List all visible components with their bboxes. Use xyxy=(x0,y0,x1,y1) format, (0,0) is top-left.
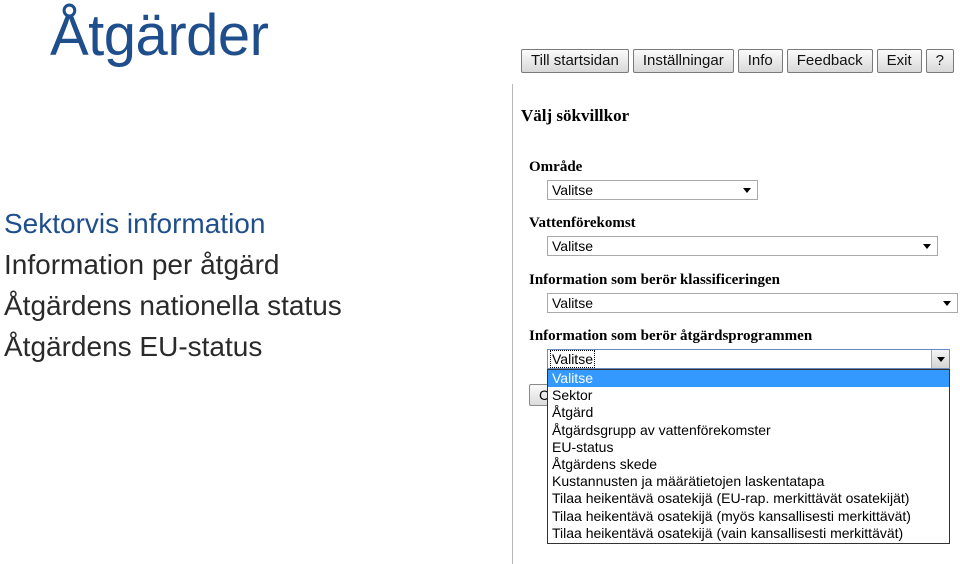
water-body-label: Vattenförekomst xyxy=(529,215,636,231)
slide-title: Åtgärder xyxy=(50,3,269,68)
exit-button[interactable]: Exit xyxy=(876,49,922,73)
dropdown-option[interactable]: Åtgärd xyxy=(548,404,949,421)
search-button[interactable]: C xyxy=(529,384,549,406)
chevron-down-icon xyxy=(943,301,951,306)
programme-label: Information som berör åtgärdsprogrammen xyxy=(529,328,813,344)
dropdown-option[interactable]: Tilaa heikentävä osatekijä (myös kansall… xyxy=(548,508,949,525)
panel-divider xyxy=(512,84,513,564)
programme-select[interactable]: Valitse xyxy=(547,349,950,369)
info-button[interactable]: Info xyxy=(737,49,783,73)
dropdown-option[interactable]: Tilaa heikentävä osatekijä (vain kansall… xyxy=(548,525,949,542)
dropdown-button[interactable] xyxy=(931,350,949,368)
water-body-select[interactable]: Valitse xyxy=(547,236,938,256)
select-value: Valitse xyxy=(552,238,593,254)
help-button[interactable]: ? xyxy=(925,49,954,73)
bullet-item: Åtgärdens nationella status xyxy=(4,290,342,321)
dropdown-list: Valitse Sektor Åtgärd Åtgärdsgrupp av va… xyxy=(547,369,950,544)
dropdown-option[interactable]: Åtgärdsgrupp av vattenförekomster xyxy=(548,422,949,439)
area-select[interactable]: Valitse xyxy=(547,180,758,200)
toolbar: Till startsidan Inställningar Info Feedb… xyxy=(521,49,954,73)
feedback-button[interactable]: Feedback xyxy=(786,49,873,73)
panel-heading: Välj sökvillkor xyxy=(521,106,630,125)
select-value: Valitse xyxy=(552,295,593,311)
bullet-item: Information per åtgärd xyxy=(4,249,280,280)
classification-select[interactable]: Valitse xyxy=(547,293,958,313)
area-label: Område xyxy=(529,159,583,175)
select-value: Valitse xyxy=(552,182,593,198)
select-value: Valitse xyxy=(550,350,595,368)
chevron-down-icon xyxy=(743,188,751,193)
dropdown-option[interactable]: Kustannusten ja määrätietojen laskentata… xyxy=(548,473,949,490)
settings-button[interactable]: Inställningar xyxy=(632,49,734,73)
chevron-down-icon xyxy=(937,357,945,362)
chevron-down-icon xyxy=(923,244,931,249)
bullet-item: Åtgärdens EU-status xyxy=(4,331,263,362)
classification-label: Information som berör klassificeringen xyxy=(529,272,780,288)
dropdown-option[interactable]: Sektor xyxy=(548,387,949,404)
bullet-item: Sektorvis information xyxy=(4,208,266,239)
dropdown-option[interactable]: Tilaa heikentävä osatekijä (EU-rap. merk… xyxy=(548,490,949,507)
dropdown-option[interactable]: EU-status xyxy=(548,439,949,456)
dropdown-option[interactable]: Åtgärdens skede xyxy=(548,456,949,473)
bullet-list: Sektorvis information Information per åt… xyxy=(4,203,342,367)
home-button[interactable]: Till startsidan xyxy=(521,49,629,73)
dropdown-option[interactable]: Valitse xyxy=(548,370,949,388)
